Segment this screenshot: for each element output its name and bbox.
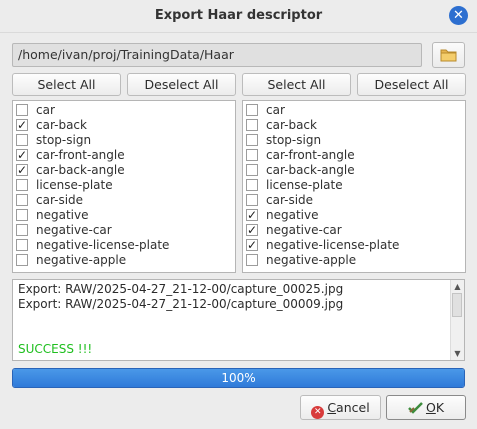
checkbox[interactable] (246, 254, 258, 266)
right-deselect-all-button[interactable]: Deselect All (357, 73, 466, 96)
list-item[interactable]: car-back-angle (243, 163, 465, 178)
item-label: car-side (36, 193, 84, 207)
ok-button[interactable]: OK (386, 395, 466, 420)
list-item[interactable]: ✓ car-back-angle (13, 163, 235, 178)
checkbox[interactable]: ✓ (16, 164, 28, 176)
checkbox[interactable] (16, 179, 28, 191)
item-label: car-front-angle (36, 148, 125, 162)
browse-folder-button[interactable] (432, 42, 465, 68)
item-label: negative (36, 208, 89, 222)
cancel-label: ancel (336, 400, 370, 415)
checkbox[interactable] (246, 164, 258, 176)
right-category-list: car car-back stop-sign car-front-angle c… (242, 100, 466, 273)
item-label: license-plate (266, 178, 343, 192)
checkbox[interactable] (246, 134, 258, 146)
item-label: car-back-angle (266, 163, 355, 177)
ok-mnemonic: O (425, 400, 436, 415)
checkbox[interactable] (246, 179, 258, 191)
right-select-all-button[interactable]: Select All (242, 73, 351, 96)
log-line: Export: RAW/2025-04-27_21-12-00/capture_… (18, 282, 344, 296)
scroll-down-icon[interactable]: ▼ (451, 348, 464, 359)
checkbox[interactable]: ✓ (246, 224, 258, 236)
list-item[interactable]: stop-sign (13, 133, 235, 148)
list-item[interactable]: stop-sign (243, 133, 465, 148)
export-path-field[interactable]: /home/ivan/proj/TrainingData/Haar (12, 43, 422, 67)
list-item[interactable]: car-side (13, 193, 235, 208)
checkbox[interactable] (16, 209, 28, 221)
item-label: negative-license-plate (36, 238, 170, 252)
checkbox[interactable] (16, 239, 28, 251)
item-label: negative (266, 208, 319, 222)
scroll-thumb[interactable] (452, 293, 462, 317)
list-item[interactable]: negative-apple (243, 253, 465, 268)
item-label: negative-car (36, 223, 112, 237)
cancel-icon: ✕ (311, 406, 325, 419)
checkbox[interactable] (16, 254, 28, 266)
checkbox[interactable] (246, 104, 258, 116)
item-label: negative-license-plate (266, 238, 400, 252)
log-line: Export: RAW/2025-04-27_21-12-00/capture_… (18, 297, 344, 311)
item-label: car-side (266, 193, 314, 207)
checkbox[interactable] (16, 194, 28, 206)
title-bar: Export Haar descriptor ✕ (0, 0, 477, 33)
checkbox[interactable] (16, 104, 28, 116)
left-deselect-all-button[interactable]: Deselect All (127, 73, 236, 96)
checkbox[interactable]: ✓ (246, 209, 258, 221)
checkbox[interactable] (16, 134, 28, 146)
checkbox[interactable]: ✓ (16, 149, 28, 161)
cancel-mnemonic: C (327, 400, 337, 415)
list-item[interactable]: negative (13, 208, 235, 223)
item-label: negative-apple (266, 253, 357, 267)
list-item[interactable]: car-side (243, 193, 465, 208)
checkbox[interactable] (246, 194, 258, 206)
ok-icon (408, 402, 423, 414)
list-item[interactable]: ✓ negative (243, 208, 465, 223)
list-item[interactable]: car-front-angle (243, 148, 465, 163)
checkbox[interactable] (246, 149, 258, 161)
list-item[interactable]: negative-car (13, 223, 235, 238)
item-label: negative-apple (36, 253, 127, 267)
close-button[interactable]: ✕ (449, 6, 468, 25)
item-label: car-back (36, 118, 87, 132)
left-select-all-button[interactable]: Select All (12, 73, 121, 96)
list-item[interactable]: license-plate (243, 178, 465, 193)
list-item[interactable]: ✓ negative-car (243, 223, 465, 238)
item-label: car-back-angle (36, 163, 125, 177)
item-label: car (36, 103, 55, 117)
list-item[interactable]: negative-apple (13, 253, 235, 268)
item-label: car (266, 103, 285, 117)
export-log[interactable]: Export: RAW/2025-04-27_21-12-00/capture_… (12, 279, 465, 361)
ok-label: K (435, 400, 445, 415)
item-label: license-plate (36, 178, 113, 192)
list-item[interactable]: car (243, 103, 465, 118)
cancel-button[interactable]: ✕ Cancel (300, 395, 381, 420)
item-label: car-back (266, 118, 317, 132)
list-item[interactable]: negative-license-plate (13, 238, 235, 253)
folder-icon (440, 49, 457, 62)
log-scrollbar[interactable]: ▲ ▼ (450, 280, 464, 360)
list-item[interactable]: license-plate (13, 178, 235, 193)
list-item[interactable]: ✓ car-back (13, 118, 235, 133)
item-label: negative-car (266, 223, 342, 237)
list-item[interactable]: ✓ car-front-angle (13, 148, 235, 163)
checkbox[interactable] (246, 119, 258, 131)
checkbox[interactable]: ✓ (16, 119, 28, 131)
checkbox[interactable]: ✓ (246, 239, 258, 251)
left-category-list: car ✓ car-back stop-sign ✓ car-front-angle… (12, 100, 236, 273)
checkbox[interactable] (16, 224, 28, 236)
item-label: car-front-angle (266, 148, 355, 162)
close-icon: ✕ (453, 8, 464, 23)
progress-label: 100% (221, 371, 256, 385)
list-item[interactable]: car (13, 103, 235, 118)
list-item[interactable]: car-back (243, 118, 465, 133)
item-label: stop-sign (36, 133, 92, 147)
scroll-up-icon[interactable]: ▲ (451, 281, 464, 292)
export-progress-bar: 100% (12, 368, 465, 388)
list-item[interactable]: ✓ negative-license-plate (243, 238, 465, 253)
log-status: SUCCESS !!! (18, 342, 93, 356)
window-title: Export Haar descriptor (154, 8, 323, 23)
item-label: stop-sign (266, 133, 322, 147)
